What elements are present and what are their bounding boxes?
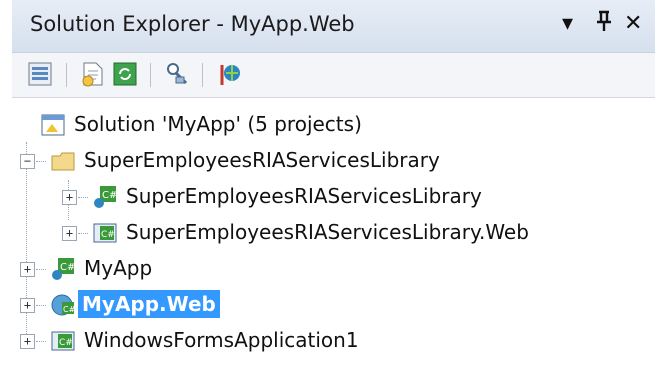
dropdown-icon[interactable]: ▾ [562,9,573,39]
ria-services-button[interactable] [214,59,244,89]
tree-node-label: MyApp [84,256,153,280]
view-class-diagram-button[interactable] [162,59,192,89]
class-diagram-icon [167,63,188,85]
expand-icon[interactable]: + [20,298,35,313]
csharp-web-project-icon: C# [93,223,117,243]
solution-tree: Solution 'MyApp' (5 projects) − SuperEmp… [12,98,655,376]
tree-node-project[interactable]: + C# SuperEmployeesRIAServicesLibrary [62,180,582,214]
solution-icon [41,114,65,136]
collapse-icon[interactable]: − [20,154,35,169]
toolbar-separator [202,63,203,87]
tree-node-label: SuperEmployeesRIAServicesLibrary [126,184,482,208]
properties-icon [28,62,52,86]
properties-button[interactable] [26,59,56,89]
csharp-project-icon: C# [52,258,75,280]
tree-node-folder[interactable]: − SuperEmployeesRIAServicesLibrary [20,144,580,178]
tree-guide-line [36,341,46,343]
tree-node-project-selected[interactable]: + C# MyApp.Web [20,288,440,322]
tree-node-project[interactable]: + C# MyApp [20,252,440,286]
tree-node-label: SuperEmployeesRIAServicesLibrary [84,148,440,172]
panel-title: Solution Explorer - MyApp.Web [30,12,355,36]
toolbar-separator [150,63,151,87]
tree-guide-line [36,161,46,163]
winforms-project-icon: C# [51,331,75,351]
show-all-files-icon [82,62,103,87]
pin-icon[interactable] [594,9,614,42]
toolbar [12,53,655,98]
tree-node-label: Solution 'MyApp' (5 projects) [74,112,362,136]
svg-text:C#: C# [102,190,117,201]
tree-guide-line [78,233,88,235]
svg-text:C#: C# [101,230,115,240]
svg-text:C#: C# [59,338,73,348]
tree-node-label: SuperEmployeesRIAServicesLibrary.Web [126,220,529,244]
expand-icon[interactable]: + [20,262,35,277]
toolbar-separator [66,63,67,87]
expand-icon[interactable]: + [62,226,77,241]
csharp-project-icon: C# [94,186,117,208]
tree-node-solution[interactable]: Solution 'MyApp' (5 projects) [20,108,440,142]
tree-node-label: WindowsFormsApplication1 [84,328,359,352]
svg-text:C#: C# [63,305,76,314]
expand-icon[interactable]: + [62,190,77,205]
tree-node-label: MyApp.Web [78,290,220,318]
svg-text:C#: C# [60,262,75,273]
web-project-icon: C# [51,294,76,316]
close-icon[interactable]: ✕ [624,9,642,39]
title-bar: Solution Explorer - MyApp.Web ▾ ✕ [12,0,655,53]
refresh-icon [113,62,137,86]
ria-link-icon [220,65,240,85]
solution-explorer-panel: Solution Explorer - MyApp.Web ▾ ✕ Soluti… [0,0,655,376]
show-all-files-button[interactable] [78,59,108,89]
folder-icon [51,152,75,171]
tree-guide-line [36,269,46,271]
tree-guide-line [78,197,88,199]
tree-node-project[interactable]: + C# WindowsFormsApplication1 [20,324,500,358]
expand-icon[interactable]: + [20,334,35,349]
tree-node-project[interactable]: + C# SuperEmployeesRIAServicesLibrary.We… [62,216,622,250]
tree-guide-line [36,305,46,307]
refresh-button[interactable] [110,59,140,89]
